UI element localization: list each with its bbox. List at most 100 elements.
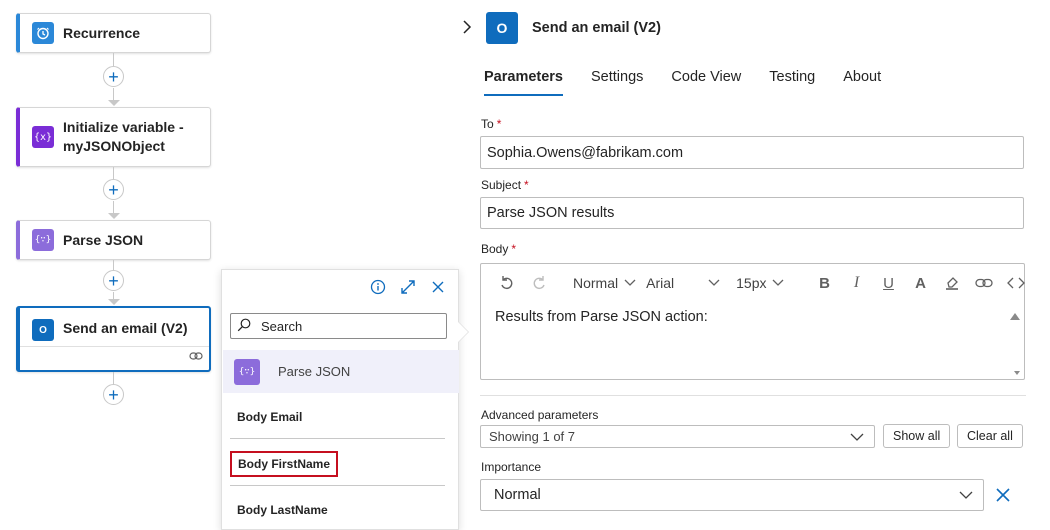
redo-icon[interactable] bbox=[525, 269, 553, 297]
connector bbox=[113, 88, 114, 100]
highlight-icon[interactable] bbox=[938, 269, 966, 297]
show-all-button[interactable]: Show all bbox=[883, 424, 951, 448]
tab-list: Parameters Settings Code View Testing Ab… bbox=[484, 66, 909, 96]
body-editor[interactable]: Normal Arial 15px B I U A Results from P… bbox=[480, 263, 1026, 380]
block-style-value: Normal bbox=[573, 275, 619, 291]
tab-testing[interactable]: Testing bbox=[769, 66, 815, 96]
connector-arrow bbox=[108, 299, 120, 305]
font-size-select[interactable]: 15px bbox=[736, 275, 784, 291]
panel-title: Send an email (V2) bbox=[532, 20, 661, 36]
add-step-button[interactable]: + bbox=[103, 384, 124, 405]
to-field[interactable]: Sophia.Owens@fabrikam.com bbox=[480, 136, 1024, 169]
underline-icon[interactable]: U bbox=[874, 269, 902, 297]
connector-arrow bbox=[108, 213, 120, 219]
parse-json-node[interactable]: {∵} Parse JSON bbox=[16, 220, 211, 260]
required-marker: * bbox=[496, 117, 502, 131]
font-color-icon[interactable]: A bbox=[906, 269, 934, 297]
popup-caret bbox=[458, 322, 468, 342]
chevron-down-icon bbox=[959, 491, 973, 499]
search-icon bbox=[237, 318, 251, 335]
font-size-value: 15px bbox=[736, 275, 767, 291]
search-input[interactable] bbox=[261, 318, 431, 334]
list-item-label: Body LastName bbox=[237, 503, 328, 517]
tab-settings[interactable]: Settings bbox=[591, 66, 643, 96]
expand-icon[interactable] bbox=[400, 279, 416, 298]
clear-all-button[interactable]: Clear all bbox=[957, 424, 1023, 448]
link-icon bbox=[189, 348, 203, 364]
link-icon[interactable] bbox=[970, 269, 998, 297]
font-family-value: Arial bbox=[646, 275, 675, 291]
editor-toolbar: Normal Arial 15px B I U A bbox=[481, 264, 1026, 302]
to-label: To * bbox=[481, 117, 501, 131]
importance-dropdown[interactable]: Normal bbox=[480, 479, 984, 511]
subject-value: Parse JSON results bbox=[487, 205, 615, 221]
subject-field[interactable]: Parse JSON results bbox=[480, 197, 1024, 229]
code-view-icon[interactable] bbox=[1002, 269, 1030, 297]
list-item-label: Body Email bbox=[237, 410, 303, 424]
body-text: Results from Parse JSON action: bbox=[495, 309, 708, 325]
list-item-body-lastname[interactable]: Body LastName bbox=[230, 503, 445, 517]
remove-parameter-icon[interactable] bbox=[996, 488, 1010, 505]
close-icon[interactable] bbox=[430, 279, 446, 298]
scroll-down-arrow[interactable] bbox=[1014, 371, 1020, 375]
group-label: Parse JSON bbox=[278, 364, 351, 379]
advanced-parameters-value: Showing 1 of 7 bbox=[489, 429, 576, 444]
node-title: Parse JSON bbox=[63, 231, 144, 248]
advanced-parameters-dropdown[interactable]: Showing 1 of 7 bbox=[480, 425, 875, 448]
chevron-down-icon bbox=[708, 279, 720, 286]
connector bbox=[113, 260, 114, 270]
recurrence-node[interactable]: Recurrence bbox=[16, 13, 211, 53]
font-family-select[interactable]: Arial bbox=[646, 275, 720, 291]
divider bbox=[230, 485, 445, 486]
chevron-down-icon bbox=[773, 279, 784, 286]
connector-arrow bbox=[108, 100, 120, 106]
subject-label: Subject * bbox=[481, 178, 529, 192]
bold-icon[interactable]: B bbox=[810, 269, 838, 297]
italic-icon[interactable]: I bbox=[842, 269, 870, 297]
clock-icon bbox=[32, 22, 54, 44]
required-marker: * bbox=[524, 178, 529, 192]
dynamic-content-popup: {∵} Parse JSON Body Email Body FirstName… bbox=[221, 269, 459, 530]
send-email-node[interactable]: O Send an email (V2) bbox=[16, 306, 211, 372]
chevron-down-icon bbox=[850, 433, 864, 441]
connector bbox=[113, 201, 114, 213]
advanced-parameters-label: Advanced parameters bbox=[481, 408, 599, 422]
tab-about[interactable]: About bbox=[843, 66, 881, 96]
tab-code-view[interactable]: Code View bbox=[671, 66, 741, 96]
node-divider bbox=[20, 346, 209, 347]
parse-json-icon: {∵} bbox=[234, 358, 260, 385]
to-value: Sophia.Owens@fabrikam.com bbox=[487, 144, 684, 161]
tab-parameters[interactable]: Parameters bbox=[484, 66, 563, 96]
add-step-button[interactable]: + bbox=[103, 270, 124, 291]
block-style-select[interactable]: Normal bbox=[573, 275, 636, 291]
node-title: Send an email (V2) bbox=[63, 320, 188, 336]
importance-label: Importance bbox=[481, 460, 542, 474]
parse-json-group-header[interactable]: {∵} Parse JSON bbox=[223, 350, 459, 393]
list-item-body-email[interactable]: Body Email bbox=[230, 410, 445, 424]
connector bbox=[113, 167, 114, 179]
subject-label-text: Subject bbox=[481, 178, 522, 192]
node-title: Initialize variable - myJSONObject bbox=[63, 119, 184, 154]
required-marker: * bbox=[511, 242, 517, 256]
collapse-chevron-icon[interactable] bbox=[462, 19, 482, 37]
divider bbox=[480, 395, 1026, 396]
body-label: Body * bbox=[481, 242, 516, 256]
connector bbox=[113, 53, 114, 66]
parse-json-icon: {∵} bbox=[32, 229, 54, 251]
undo-icon[interactable] bbox=[493, 269, 521, 297]
list-item-body-firstname[interactable]: Body FirstName bbox=[230, 451, 445, 477]
connector bbox=[113, 292, 114, 299]
add-step-button[interactable]: + bbox=[103, 179, 124, 200]
variable-icon: {x} bbox=[32, 126, 54, 148]
scroll-up-arrow[interactable] bbox=[1010, 313, 1020, 320]
to-label-text: To bbox=[481, 117, 494, 131]
body-label-text: Body bbox=[481, 242, 509, 256]
divider bbox=[230, 438, 445, 439]
search-box[interactable] bbox=[230, 313, 447, 339]
outlook-icon: O bbox=[32, 319, 54, 341]
info-icon[interactable] bbox=[370, 279, 386, 298]
node-title: Recurrence bbox=[63, 24, 141, 41]
importance-value: Normal bbox=[494, 487, 541, 503]
add-step-button[interactable]: + bbox=[103, 66, 124, 87]
initialize-variable-node[interactable]: {x} Initialize variable - myJSONObject bbox=[16, 107, 211, 167]
